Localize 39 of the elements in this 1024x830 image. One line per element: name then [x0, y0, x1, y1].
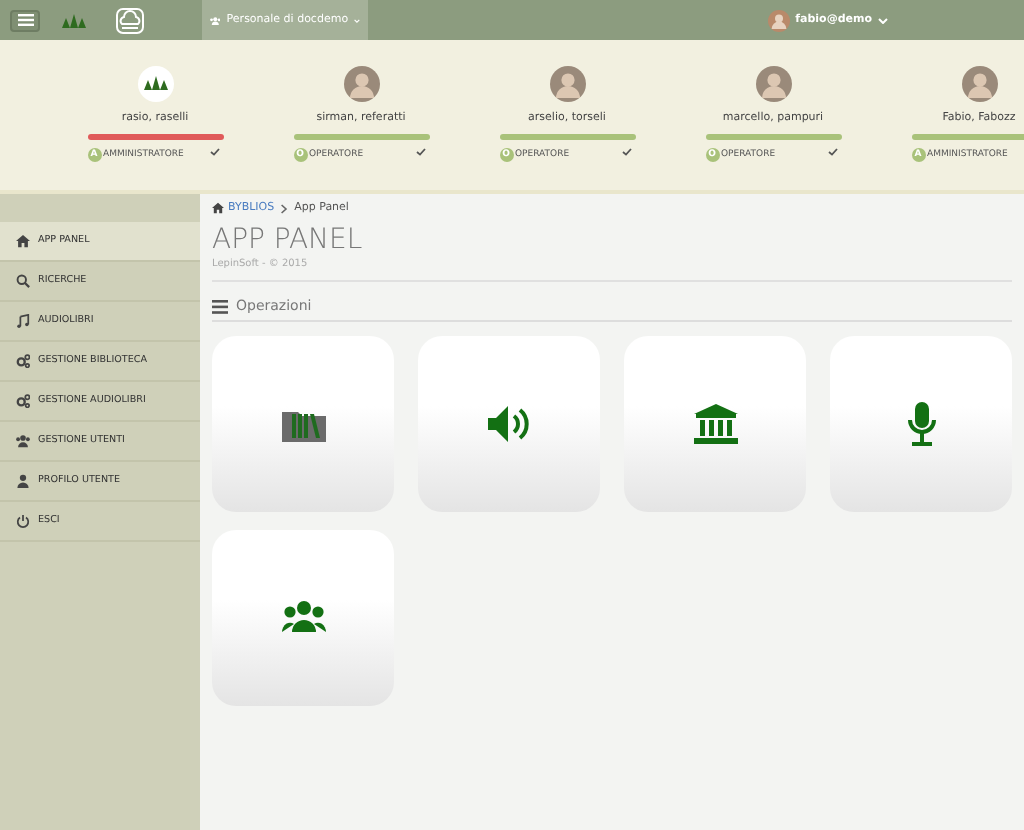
user-icon: [16, 474, 30, 488]
gears-icon: [16, 354, 30, 368]
mountains-icon[interactable]: [62, 13, 86, 27]
search-icon: [16, 274, 30, 288]
avatar-icon[interactable]: [961, 66, 997, 102]
page-title: APP PANEL: [212, 224, 365, 256]
home-icon: [212, 202, 224, 214]
home-icon: [16, 234, 30, 248]
menu-icon: [212, 299, 228, 313]
avatar-logo-icon[interactable]: [137, 66, 173, 102]
app-tile[interactable]: [830, 336, 1012, 512]
folder-books-icon: [281, 407, 325, 441]
avatar-icon: [767, 9, 790, 31]
menu-icon: [17, 14, 33, 26]
check-icon: [621, 148, 631, 156]
check-icon: [209, 148, 219, 156]
avatar-icon[interactable]: [343, 66, 379, 102]
group-icon: [281, 600, 325, 636]
cloud-logo-icon[interactable]: [116, 7, 144, 33]
users-icon: [210, 13, 221, 27]
avatar-icon[interactable]: [755, 66, 791, 102]
caret-icon: [354, 17, 360, 23]
app-tile[interactable]: [212, 336, 394, 512]
chevron-icon: [280, 203, 289, 213]
microphone-icon: [907, 402, 935, 446]
avatar-icon[interactable]: [549, 66, 585, 102]
music-icon: [16, 314, 30, 328]
caret-icon: [878, 17, 888, 23]
speaker-icon: [487, 406, 531, 442]
power-icon: [16, 514, 30, 528]
app-tile[interactable]: [624, 336, 806, 512]
gears-icon: [16, 394, 30, 408]
check-icon: [827, 148, 837, 156]
menu-button[interactable]: [10, 9, 40, 31]
bank-icon: [693, 404, 737, 444]
check-icon: [415, 148, 425, 156]
app-tile[interactable]: [418, 336, 600, 512]
users-icon: [16, 434, 30, 448]
app-tile[interactable]: [212, 530, 394, 706]
